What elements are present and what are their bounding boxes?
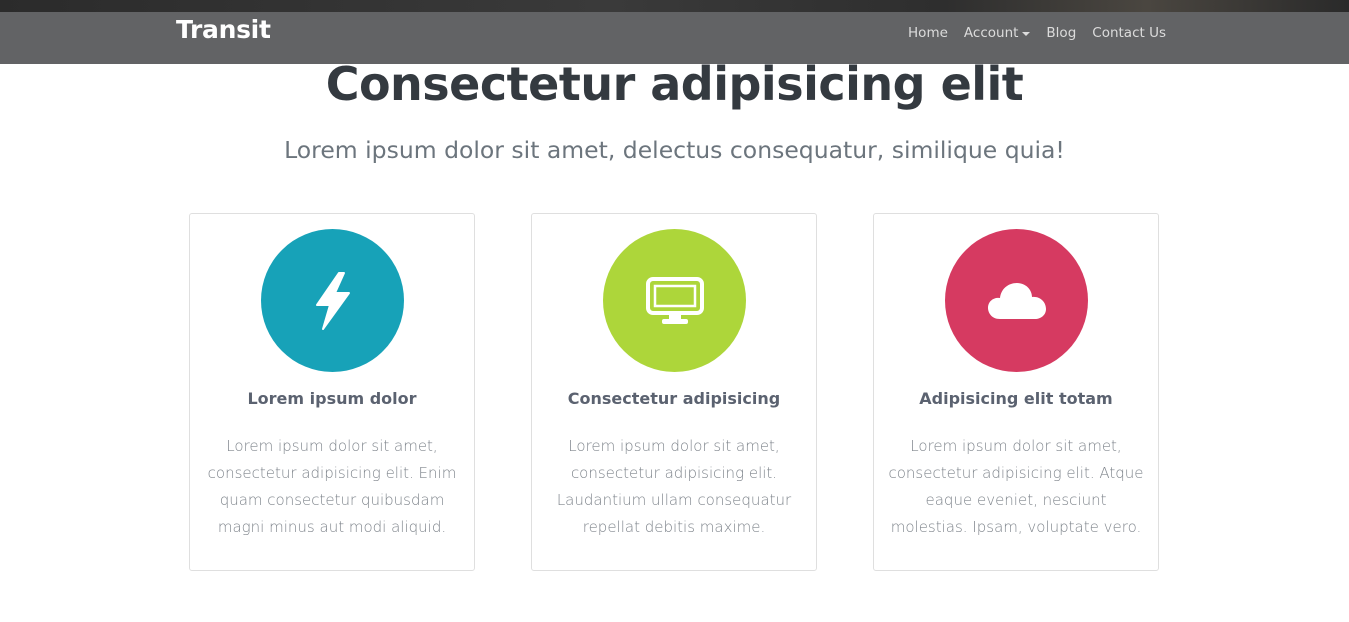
feature-card-text: Lorem ipsum dolor sit amet, consectetur … — [207, 437, 457, 536]
nav-link-home[interactable]: Home — [900, 25, 956, 41]
brand-logo[interactable]: Transit — [176, 15, 271, 44]
feature-card-1: Lorem ipsum dolor Lorem ipsum dolor sit … — [189, 213, 475, 571]
feature-card-2: Consectetur adipisicing Lorem ipsum dolo… — [531, 213, 817, 571]
nav-links: Home Account Blog Contact Us — [900, 25, 1166, 41]
nav-dropdown-account-label: Account — [963, 25, 1019, 41]
nav-link-contact[interactable]: Contact Us — [1084, 25, 1166, 41]
feature-card-3: Adipisicing elit totam Lorem ipsum dolor… — [873, 213, 1159, 571]
nav-link-contact-label: Contact Us — [1092, 25, 1166, 41]
caret-down-icon — [1022, 31, 1031, 36]
hero-title: Consectetur adipisicing elit — [325, 57, 1024, 111]
nav-link-blog-label: Blog — [1046, 25, 1077, 41]
feature-card-text: Lorem ipsum dolor sit amet, consectetur … — [556, 437, 792, 536]
cloud-icon — [945, 229, 1088, 372]
hero-subtitle: Lorem ipsum dolor sit amet, delectus con… — [284, 136, 1065, 164]
nav-link-home-label: Home — [908, 25, 948, 41]
desktop-monitor-icon — [603, 229, 746, 372]
nav-dropdown-account[interactable]: Account — [956, 25, 1039, 41]
header-background-strip — [0, 0, 1349, 12]
feature-card-title: Consectetur adipisicing — [567, 389, 781, 408]
feature-card-text: Lorem ipsum dolor sit amet, consectetur … — [888, 437, 1144, 536]
lightning-bolt-icon — [261, 229, 404, 372]
feature-card-title: Adipisicing elit totam — [919, 389, 1113, 408]
nav-link-blog[interactable]: Blog — [1038, 25, 1084, 41]
feature-card-title: Lorem ipsum dolor — [247, 389, 417, 408]
